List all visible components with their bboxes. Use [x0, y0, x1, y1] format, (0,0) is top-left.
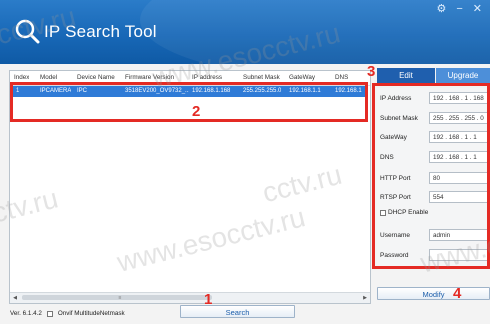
- minimize-icon[interactable]: −: [456, 2, 462, 16]
- settings-icon[interactable]: ⚙: [436, 2, 446, 16]
- search-button[interactable]: Search: [180, 305, 295, 318]
- annotation-marker-3: 3: [367, 63, 376, 80]
- search-logo-icon: [15, 19, 40, 44]
- highlight-device-row: [10, 82, 368, 122]
- scrollbar-grip-icon: ≡: [118, 295, 122, 301]
- scroll-right-icon[interactable]: ▶: [360, 293, 370, 303]
- onvif-netmask-checkbox[interactable]: [46, 310, 53, 317]
- title-bar: IP Search Tool ⚙ − ✕: [0, 0, 490, 64]
- modify-button[interactable]: Modify: [377, 287, 490, 300]
- annotation-marker-2: 2: [192, 103, 201, 120]
- scroll-left-icon[interactable]: ◀: [10, 293, 20, 303]
- onvif-netmask-label: Onvif MultitudeNetmask: [57, 310, 125, 317]
- app-title: IP Search Tool: [44, 22, 157, 41]
- annotation-marker-4: 4: [453, 285, 462, 302]
- highlight-settings-form: [372, 83, 490, 269]
- window-controls: ⚙ − ✕: [436, 2, 482, 16]
- tab-upgrade[interactable]: Upgrade: [436, 68, 490, 84]
- horizontal-scrollbar[interactable]: ◀ ≡ ▶: [10, 292, 370, 303]
- close-icon[interactable]: ✕: [473, 2, 482, 16]
- status-bar: Ver. 6.1.4.2 Onvif MultitudeNetmask: [10, 310, 125, 317]
- tab-edit[interactable]: Edit: [377, 68, 435, 84]
- version-label: Ver. 6.1.4.2: [10, 310, 42, 317]
- annotation-marker-1: 1: [204, 291, 213, 308]
